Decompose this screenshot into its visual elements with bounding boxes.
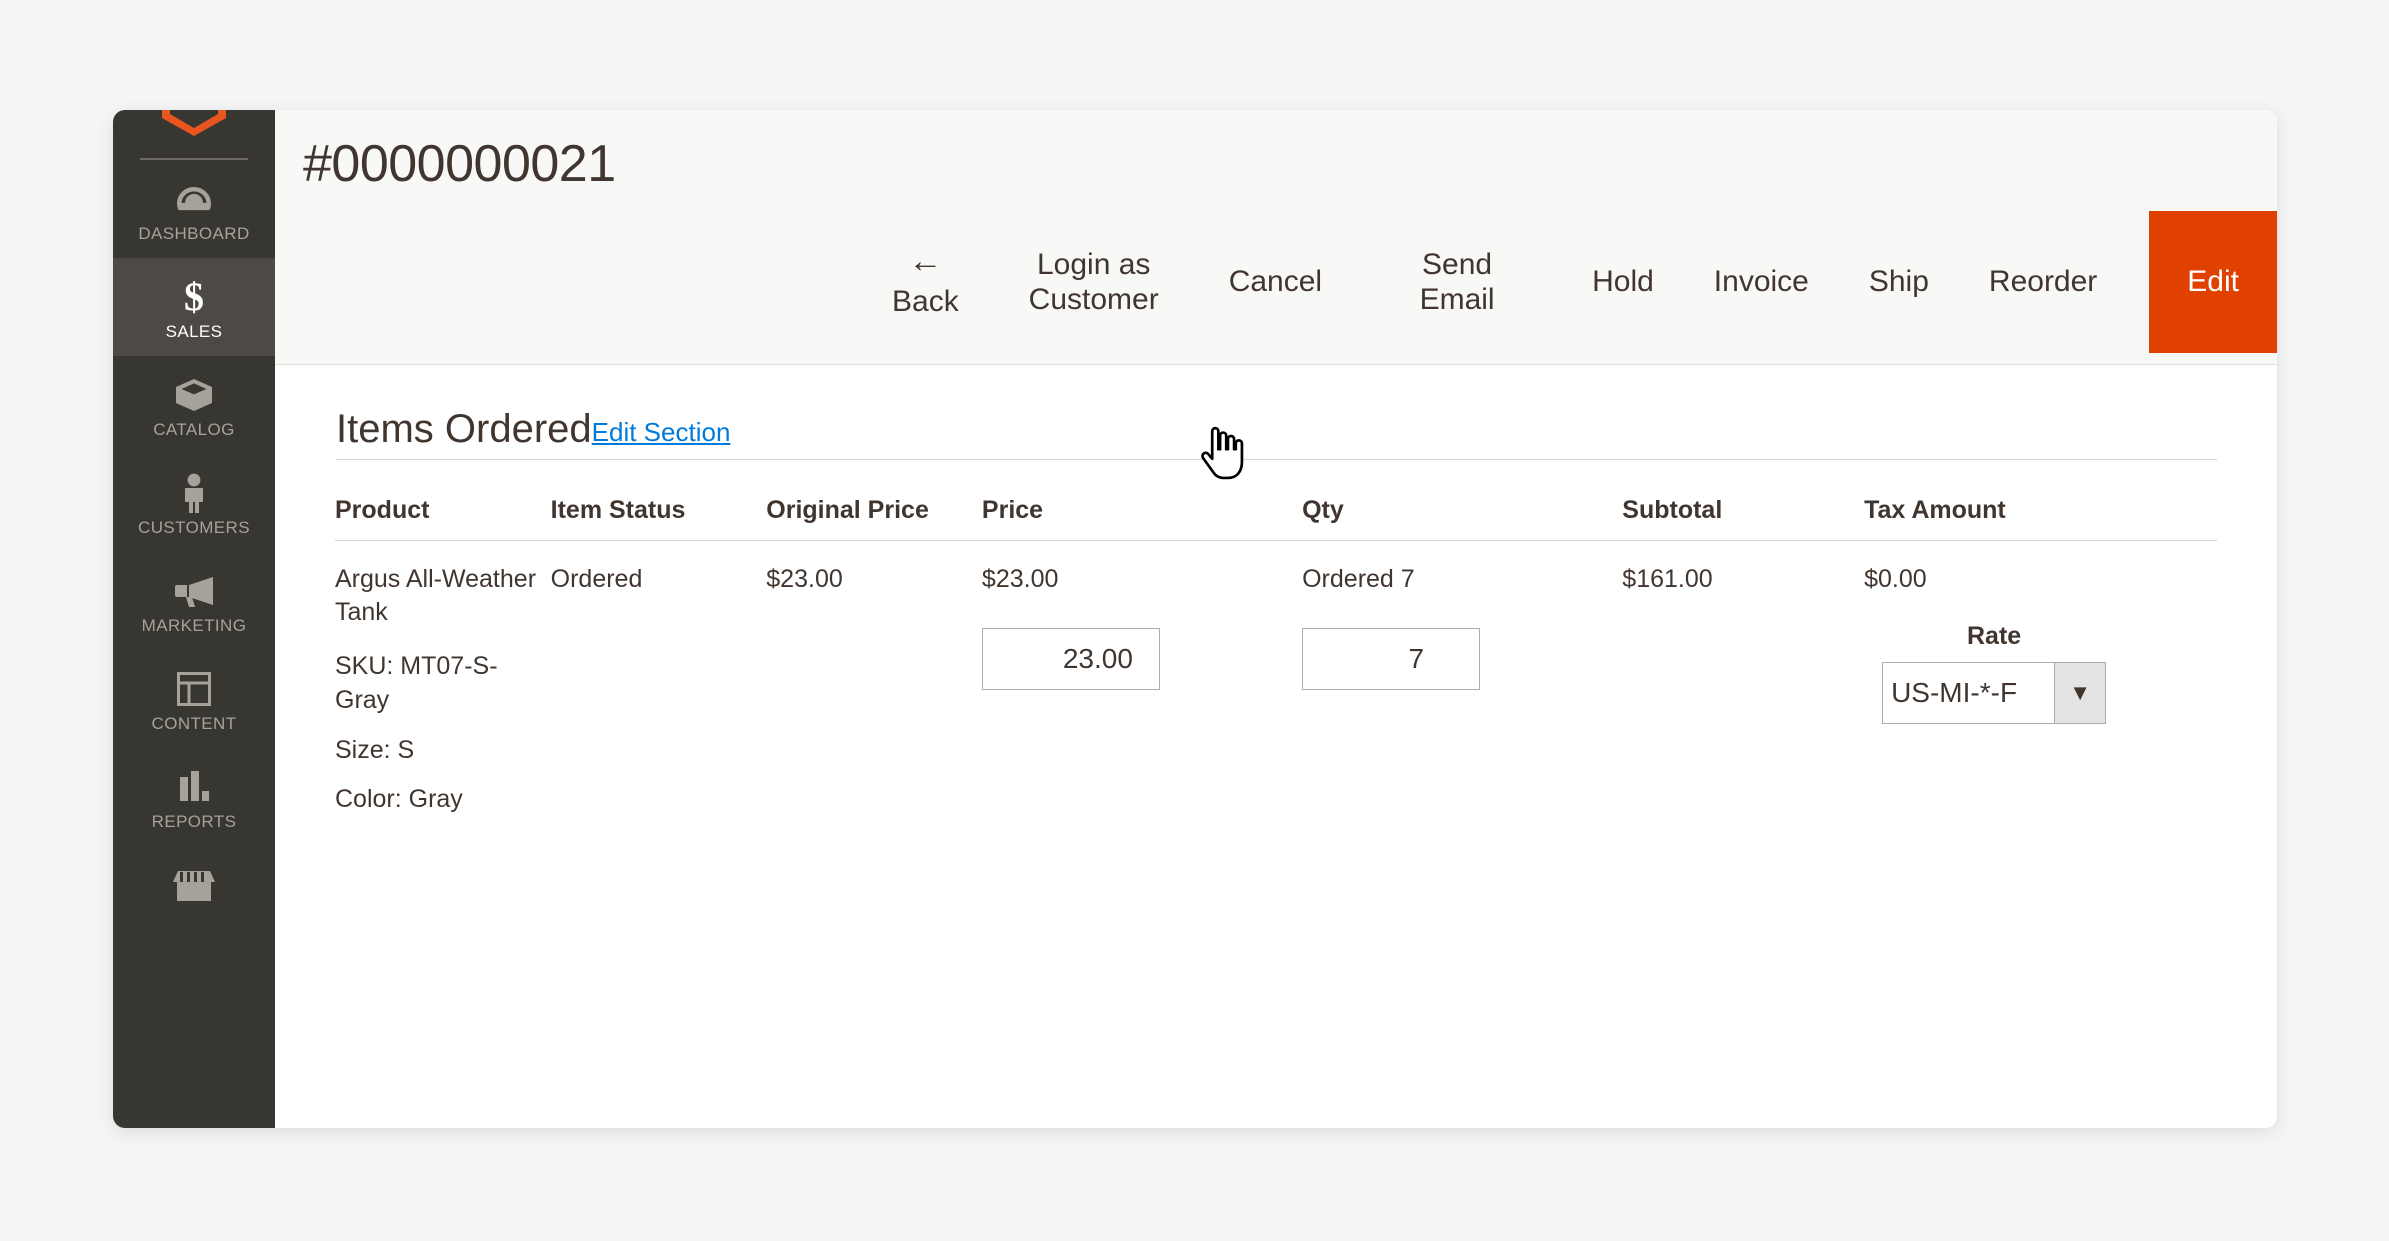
- product-color: Color: Gray: [335, 785, 463, 814]
- arrow-left-icon: ←: [908, 242, 943, 281]
- column-header-qty: Qty: [1302, 496, 1623, 541]
- person-icon: [117, 472, 271, 514]
- column-header-product: Product: [335, 496, 551, 541]
- rate-label: Rate: [1966, 622, 2022, 651]
- invoice-button-label: Invoice: [1713, 265, 1809, 299]
- admin-sidebar: DASHBOARD $ SALES CATALOG CUSTOMERS MARK…: [113, 110, 275, 1128]
- gauge-icon: [117, 178, 271, 220]
- section-title: Items Ordered: [336, 407, 592, 451]
- ship-button-label: Ship: [1868, 265, 1929, 299]
- edit-section-link[interactable]: Edit Section: [592, 419, 731, 445]
- tax-amount-value: $0.00: [1864, 564, 1927, 593]
- product-sku: SKU: MT07-S-Gray: [335, 652, 498, 714]
- magento-logo-icon: [162, 110, 226, 136]
- sidebar-item-content[interactable]: CONTENT: [113, 650, 275, 748]
- ship-button[interactable]: Ship: [1839, 211, 1959, 353]
- sidebar-item-label: REPORTS: [151, 812, 237, 831]
- send-email-button-label: Send Email: [1419, 247, 1495, 317]
- cell-qty: Ordered 7: [1302, 540, 1622, 833]
- rate-select-value: US-MI-*-F: [1882, 662, 2055, 724]
- sidebar-item-label: CONTENT: [151, 714, 237, 733]
- section-header: Items Ordered Edit Section: [336, 409, 2217, 460]
- cancel-button[interactable]: Cancel: [1199, 211, 1352, 353]
- edit-button[interactable]: Edit: [2149, 211, 2277, 354]
- edit-button-label: Edit: [2187, 265, 2239, 299]
- cell-tax-amount: $0.00 Rate US-MI-*-F ▼: [1864, 540, 2217, 833]
- items-ordered-table: Product Item Status Original Price Price…: [335, 496, 2217, 833]
- column-header-price: Price: [981, 496, 1303, 541]
- sidebar-item-label: CUSTOMERS: [138, 518, 250, 537]
- bar-chart-icon: [117, 766, 271, 808]
- reorder-button-label: Reorder: [1988, 265, 2098, 299]
- column-header-tax-amount: Tax Amount: [1864, 496, 2217, 541]
- hold-button[interactable]: Hold: [1562, 211, 1684, 353]
- login-as-customer-button[interactable]: Login as Customer: [989, 211, 1199, 353]
- box-icon: [117, 374, 271, 416]
- tax-rate-field: Rate US-MI-*-F ▼: [1864, 620, 2207, 724]
- sidebar-item-dashboard[interactable]: DASHBOARD: [113, 160, 275, 258]
- table-header-row: Product Item Status Original Price Price…: [335, 496, 2217, 541]
- hold-button-label: Hold: [1592, 265, 1654, 299]
- admin-page-card: DASHBOARD $ SALES CATALOG CUSTOMERS MARK…: [113, 110, 2277, 1128]
- column-header-item-status: Item Status: [550, 496, 767, 541]
- price-input[interactable]: [981, 628, 1160, 691]
- store-icon: [117, 864, 271, 906]
- cell-price: $23.00: [981, 540, 1302, 833]
- back-button-label: Back: [892, 285, 959, 319]
- column-header-subtotal: Subtotal: [1622, 496, 1865, 541]
- magento-logo[interactable]: [113, 110, 275, 158]
- sidebar-item-label: SALES: [165, 322, 223, 341]
- cell-subtotal: $161.00: [1622, 564, 1713, 593]
- sidebar-item-catalog[interactable]: CATALOG: [113, 356, 275, 454]
- login-as-customer-label: Login as Customer: [1028, 247, 1159, 317]
- sidebar-item-sales[interactable]: $ SALES: [113, 258, 275, 356]
- product-size: Size: S: [335, 735, 415, 764]
- layout-icon: [117, 668, 271, 710]
- megaphone-icon: [117, 570, 271, 612]
- browser-viewport: DASHBOARD $ SALES CATALOG CUSTOMERS MARK…: [0, 0, 2389, 1241]
- main-content: #0000000021 ← Back Login as Customer Can…: [275, 110, 2277, 1128]
- sidebar-item-label: MARKETING: [141, 616, 247, 635]
- sidebar-item-label: CATALOG: [153, 420, 235, 439]
- sidebar-item-stores[interactable]: [113, 846, 275, 924]
- back-button[interactable]: ← Back: [862, 211, 989, 353]
- sidebar-item-customers[interactable]: CUSTOMERS: [113, 454, 275, 552]
- invoice-button[interactable]: Invoice: [1684, 211, 1839, 353]
- cell-item-status: Ordered: [550, 564, 643, 593]
- send-email-button[interactable]: Send Email: [1352, 211, 1562, 353]
- page-header: #0000000021 ← Back Login as Customer Can…: [275, 110, 2277, 365]
- product-name: Argus All-Weather Tank: [335, 564, 537, 627]
- cancel-button-label: Cancel: [1228, 265, 1323, 299]
- dollar-icon: $: [117, 276, 271, 318]
- items-ordered-section: Items Ordered Edit Section Product Item …: [275, 365, 2277, 833]
- page-title: #0000000021: [303, 135, 616, 193]
- cell-product: Argus All-Weather Tank SKU: MT07-S-Gray …: [335, 540, 551, 833]
- column-header-original-price: Original Price: [766, 496, 982, 541]
- reorder-button[interactable]: Reorder: [1959, 211, 2127, 353]
- rate-select[interactable]: US-MI-*-F ▼: [1882, 662, 2107, 724]
- cell-original-price: $23.00: [766, 564, 843, 593]
- chevron-down-icon[interactable]: ▼: [2054, 662, 2107, 724]
- page-actions-toolbar: ← Back Login as Customer Cancel Send Ema…: [275, 211, 2277, 354]
- qty-ordered-text: Ordered 7: [1302, 564, 1415, 593]
- qty-input[interactable]: [1302, 628, 1481, 691]
- price-value: $23.00: [981, 564, 1059, 593]
- sidebar-item-reports[interactable]: REPORTS: [113, 748, 275, 846]
- sidebar-item-marketing[interactable]: MARKETING: [113, 552, 275, 650]
- table-row: Argus All-Weather Tank SKU: MT07-S-Gray …: [335, 540, 2217, 833]
- svg-text:$: $: [184, 276, 204, 318]
- sidebar-item-label: DASHBOARD: [138, 224, 250, 243]
